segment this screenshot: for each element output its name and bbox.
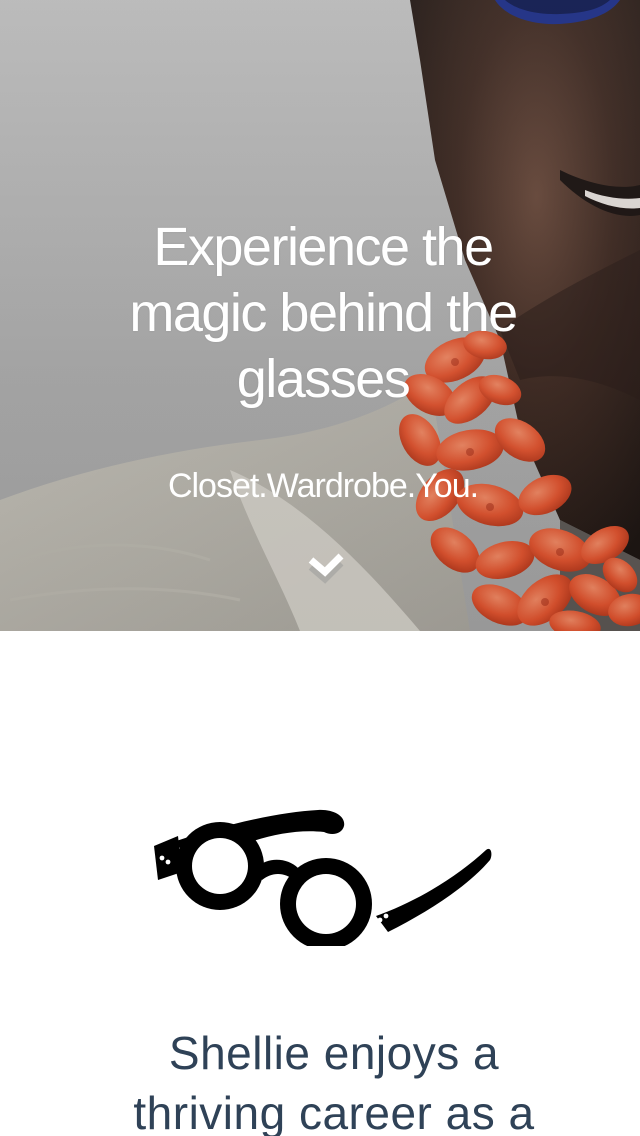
intro-text: Shellie enjoys a thriving career as a <box>0 1023 640 1136</box>
hero-section: Experience the magic behind the glasses … <box>0 0 640 631</box>
hero-title: Experience the magic behind the glasses <box>0 214 640 412</box>
chevron-down-icon[interactable] <box>305 548 347 584</box>
hero-title-line: magic behind the <box>129 283 518 343</box>
intro-text-line: thriving career as a <box>133 1087 535 1136</box>
page: Experience the magic behind the glasses … <box>0 0 640 1136</box>
hero-title-line: glasses <box>236 349 411 409</box>
hero-title-line: Experience the <box>153 217 494 277</box>
intro-section: Shellie enjoys a thriving career as a <box>0 631 640 1136</box>
glasses-icon <box>154 809 492 946</box>
hero-subtitle: Closet.Wardrobe.You. <box>167 467 479 505</box>
intro-text-line: Shellie enjoys a <box>168 1027 500 1079</box>
